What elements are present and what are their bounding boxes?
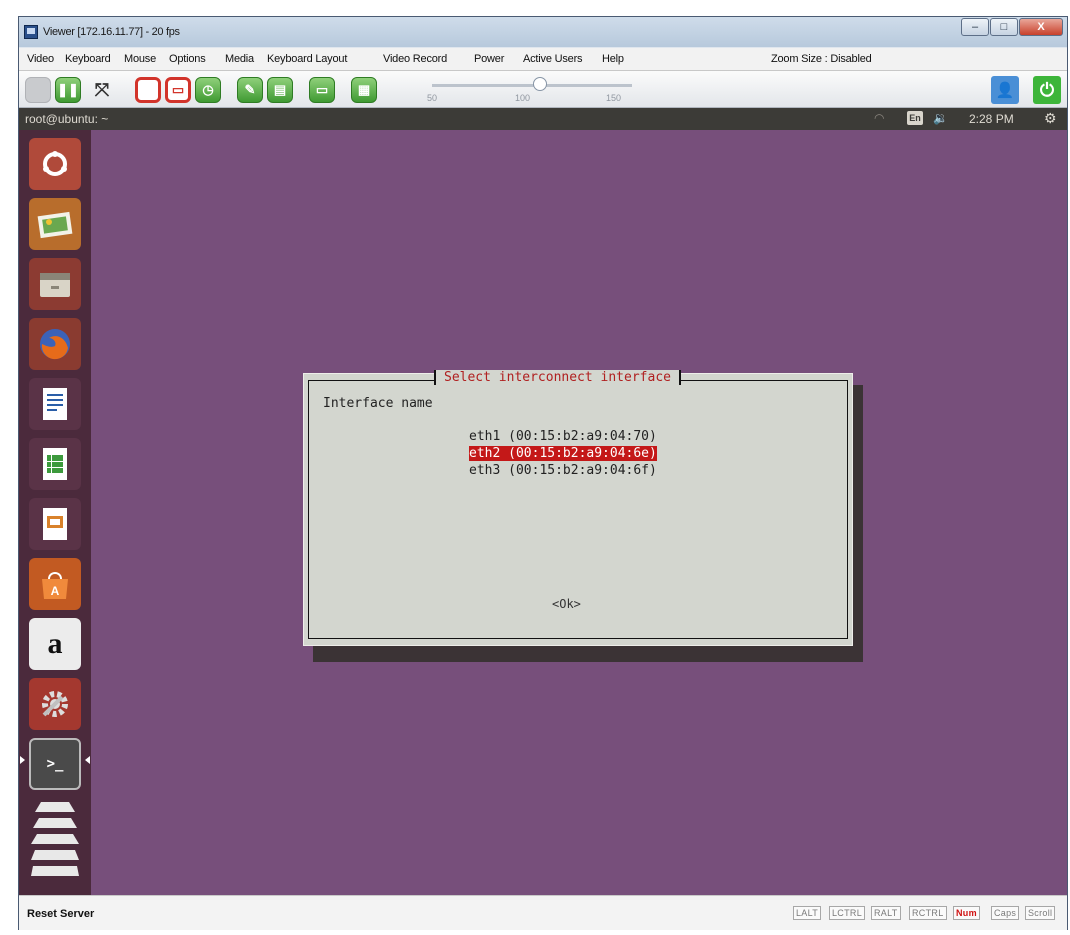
calc-icon[interactable] <box>29 438 81 490</box>
clock[interactable]: 2:28 PM <box>969 112 1014 126</box>
svg-text:A: A <box>51 584 60 598</box>
slider-tick: 100 <box>515 93 531 103</box>
kvm-viewer-window: Viewer [172.16.11.77] - 20 fps – □ X Vid… <box>18 16 1068 930</box>
software-center-icon[interactable]: A <box>29 558 81 610</box>
caps-lock-indicator: Caps <box>991 906 1020 920</box>
menu-active-users[interactable]: Active Users <box>523 53 583 65</box>
ralt-indicator: RALT <box>871 906 901 920</box>
focused-app-indicator <box>85 756 90 764</box>
file-manager-icon[interactable] <box>29 258 81 310</box>
zoom-slider[interactable] <box>432 84 632 87</box>
dialog-title: Select interconnect interface <box>434 370 681 385</box>
toolbar: ❚❚ ⤧ ▭ ◷ ✎ ▤ ▭ ▦ 50 100 150 👤 ⏻ <box>19 71 1067 108</box>
firefox-icon[interactable] <box>29 318 81 370</box>
zoom-slider-thumb[interactable] <box>533 77 547 91</box>
interface-option-eth1[interactable]: eth1 (00:15:b2:a9:04:70) <box>469 429 657 444</box>
power-icon[interactable]: ⏻ <box>1033 76 1061 104</box>
ubuntu-top-panel: root@ubuntu: ~ ◠ En 🔉 2:28 PM ⚙ <box>19 108 1067 130</box>
keyboard-indicator[interactable]: En <box>907 111 923 125</box>
minimize-button[interactable]: – <box>961 18 989 36</box>
status-bar: Reset Server LALT LCTRL RALT RCTRL Num C… <box>19 895 1067 930</box>
terminal-icon[interactable]: >_ <box>29 738 81 790</box>
viewer-app-icon <box>24 25 38 39</box>
keyboard-icon[interactable]: ▤ <box>267 77 293 103</box>
reset-server-status[interactable]: Reset Server <box>27 908 94 920</box>
fullscreen-icon[interactable]: ⤧ <box>89 77 115 103</box>
maximize-button[interactable]: □ <box>990 18 1018 36</box>
select-interface-dialog: Select interconnect interface Interface … <box>303 370 853 646</box>
ubuntu-desktop: Select interconnect interface Interface … <box>91 130 1067 895</box>
unity-launcher: A a >_ <box>19 130 92 895</box>
wifi-icon[interactable]: ◠ <box>874 111 884 125</box>
menu-media[interactable]: Media <box>225 53 254 65</box>
writer-icon[interactable] <box>29 378 81 430</box>
menu-options[interactable]: Options <box>169 53 206 65</box>
menu-bar: Video Keyboard Mouse Options Media Keybo… <box>19 48 1067 71</box>
lalt-indicator: LALT <box>793 906 822 920</box>
slider-tick: 150 <box>606 93 622 103</box>
lctrl-indicator: LCTRL <box>829 906 866 920</box>
panel-title: root@ubuntu: ~ <box>25 112 109 126</box>
record-icon[interactable] <box>135 77 161 103</box>
ubuntu-dash-icon[interactable] <box>29 138 81 190</box>
zoom-size-label: Zoom Size : Disabled <box>771 53 872 65</box>
impress-icon[interactable] <box>29 498 81 550</box>
screenshot-icon[interactable]: ◷ <box>195 77 221 103</box>
pause-icon[interactable]: ❚❚ <box>55 77 81 103</box>
menu-video[interactable]: Video <box>27 53 54 65</box>
image-viewer-icon[interactable] <box>29 198 81 250</box>
grey-button-icon[interactable] <box>25 77 51 103</box>
window-controls: – □ X <box>960 18 1063 36</box>
menu-power[interactable]: Power <box>474 53 504 65</box>
menu-mouse[interactable]: Mouse <box>124 53 156 65</box>
num-lock-indicator: Num <box>953 906 980 920</box>
user-icon[interactable]: 👤 <box>991 76 1019 104</box>
monitor-icon[interactable]: ▭ <box>309 77 335 103</box>
system-settings-icon[interactable] <box>29 678 81 730</box>
amazon-icon[interactable]: a <box>29 618 81 670</box>
save-icon[interactable]: ▭ <box>165 77 191 103</box>
menu-keyboard[interactable]: Keyboard <box>65 53 111 65</box>
window-title: Viewer [172.16.11.77] - 20 fps <box>43 26 180 38</box>
interface-option-eth2[interactable]: eth2 (00:15:b2:a9:04:6e) <box>469 446 657 461</box>
slider-tick: 50 <box>427 93 438 103</box>
menu-help[interactable]: Help <box>602 53 624 65</box>
workspaces-icon[interactable] <box>29 798 81 886</box>
close-button[interactable]: X <box>1019 18 1063 36</box>
active-app-indicator <box>20 756 25 764</box>
menu-video-record[interactable]: Video Record <box>383 53 447 65</box>
volume-icon[interactable]: 🔉 <box>933 111 948 125</box>
edit-icon[interactable]: ✎ <box>237 77 263 103</box>
interface-option-eth3[interactable]: eth3 (00:15:b2:a9:04:6f) <box>469 463 657 478</box>
scroll-lock-indicator: Scroll <box>1025 906 1056 920</box>
ok-button[interactable]: <Ok> <box>552 597 581 611</box>
settings-gear-icon[interactable]: ⚙ <box>1044 110 1057 127</box>
title-bar[interactable]: Viewer [172.16.11.77] - 20 fps – □ X <box>19 17 1067 47</box>
dialog-frame: Select interconnect interface Interface … <box>308 370 848 639</box>
interface-name-label: Interface name <box>323 396 433 411</box>
rctrl-indicator: RCTRL <box>909 906 947 920</box>
hid-icon[interactable]: ▦ <box>351 77 377 103</box>
menu-keyboard-layout[interactable]: Keyboard Layout <box>267 53 347 65</box>
